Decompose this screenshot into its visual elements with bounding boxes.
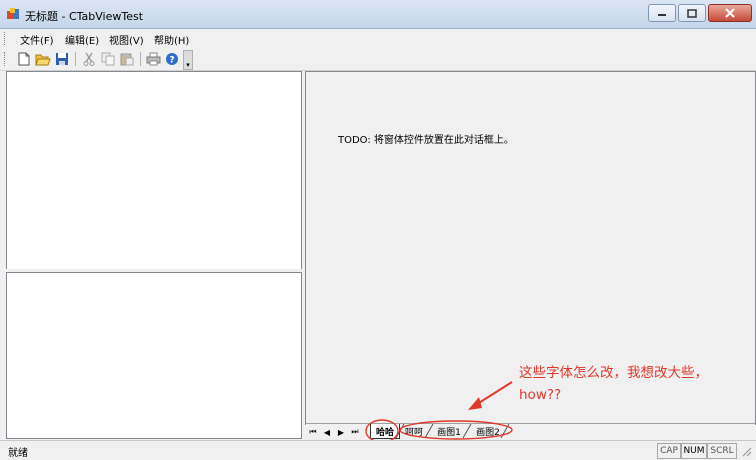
annotation-text: 这些字体怎么改，我想改大些， how?? [519, 362, 749, 406]
status-bar: 就绪 CAP NUM SCRL [0, 440, 756, 460]
status-text: 就绪 [8, 448, 28, 459]
annotation-line-2: how?? [519, 387, 562, 403]
annotation-ellipse [399, 420, 513, 440]
annotation-line-1: 这些字体怎么改，我想改大些， [519, 365, 708, 381]
resize-grip-icon[interactable] [740, 445, 752, 457]
indicator-cap: CAP [657, 443, 681, 459]
indicator-num: NUM [681, 443, 707, 459]
annotation-circle [365, 419, 399, 443]
indicator-scrl: SCRL [707, 443, 737, 459]
